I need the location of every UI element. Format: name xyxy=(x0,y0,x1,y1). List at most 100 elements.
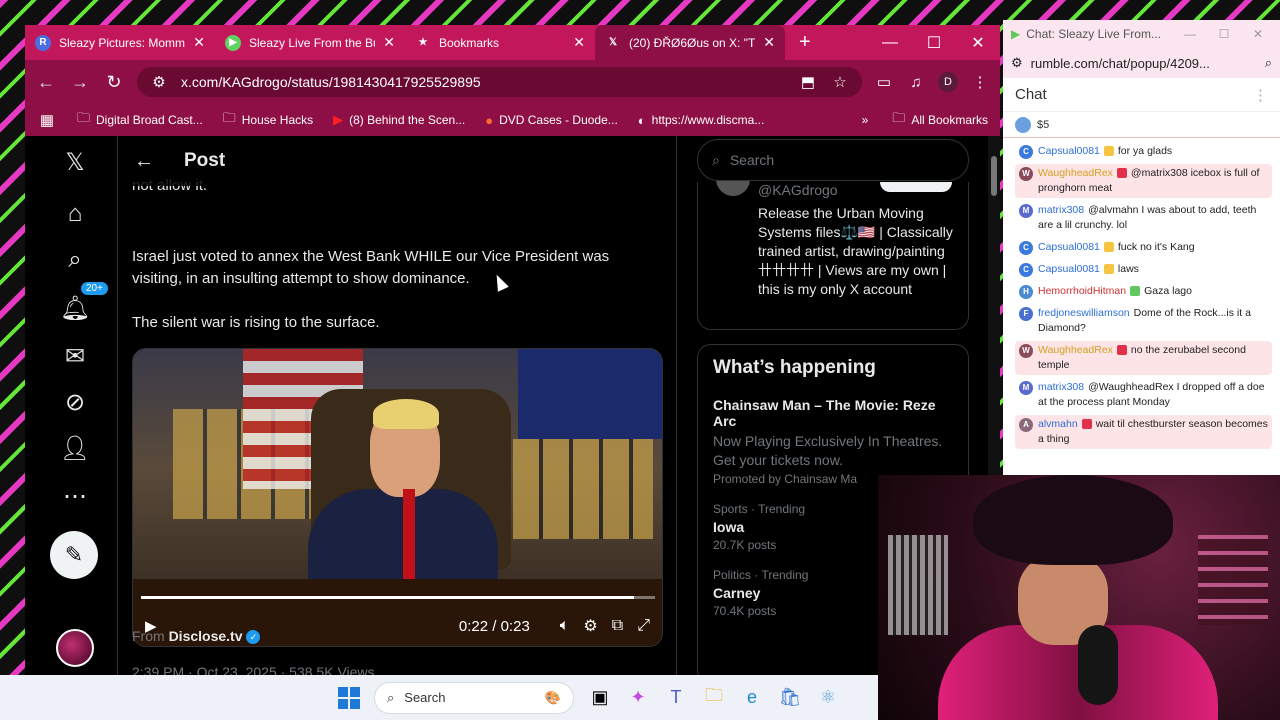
file-explorer-icon[interactable]: 🗀 xyxy=(702,685,726,710)
back-arrow-icon[interactable]: ← xyxy=(134,150,154,173)
follow-button[interactable] xyxy=(880,182,952,192)
volume-icon[interactable]: 🔈︎ xyxy=(560,617,570,635)
windows-start-icon[interactable] xyxy=(338,686,360,709)
bookmark-item[interactable]: ▶ (8) Behind the Scen... xyxy=(333,112,465,128)
rant-bar[interactable]: $5 xyxy=(1003,112,1280,138)
omnibox[interactable]: ⚙ x.com/KAGdrogo/status/1981430417925529… xyxy=(137,67,862,97)
media-control-icon[interactable]: ♫ xyxy=(906,74,926,91)
chat-user-avatar[interactable]: C xyxy=(1019,145,1033,159)
chat-user-avatar[interactable]: W xyxy=(1019,344,1033,358)
task-view-icon[interactable]: ▣ xyxy=(588,686,612,710)
chat-username[interactable]: matrix308 xyxy=(1038,381,1084,393)
bookmark-item[interactable]: 🗀 Digital Broad Cast... xyxy=(77,109,203,131)
chat-username[interactable]: WaughheadRex xyxy=(1038,167,1113,179)
forward-icon[interactable]: → xyxy=(69,72,91,93)
bookmark-star-icon[interactable]: ☆ xyxy=(830,73,850,91)
grok-icon[interactable]: ⊘ xyxy=(47,382,103,422)
chat-user-avatar[interactable]: A xyxy=(1019,418,1033,432)
maximize-icon[interactable]: ☐ xyxy=(1210,27,1238,41)
x-logo-icon[interactable]: 𝕏 xyxy=(47,142,103,182)
video-progress-bar[interactable] xyxy=(141,596,655,599)
chat-message[interactable]: W WaughheadRex @matrix308 icebox is full o… xyxy=(1015,164,1272,198)
profile-avatar[interactable]: D xyxy=(938,72,958,92)
chat-user-avatar[interactable]: H xyxy=(1019,285,1033,299)
chat-user-avatar[interactable]: W xyxy=(1019,167,1033,181)
chat-username[interactable]: matrix308 xyxy=(1038,204,1084,216)
chat-message[interactable]: H HemorrhoidHitman Gaza lago xyxy=(1015,282,1272,301)
minimize-icon[interactable]: — xyxy=(868,34,912,52)
chat-user-avatar[interactable]: F xyxy=(1019,307,1033,321)
apps-grid-icon[interactable]: ▦ xyxy=(37,111,57,129)
tab-close-icon[interactable]: ✕ xyxy=(573,34,585,51)
chat-username[interactable]: Capsual0081 xyxy=(1038,263,1100,275)
profile-handle[interactable]: @KAGdrogo xyxy=(758,182,838,198)
scrollbar-thumb[interactable] xyxy=(991,156,997,196)
tab-close-icon[interactable]: ✕ xyxy=(763,34,775,51)
chat-message[interactable]: Aalvmahn wait til chestburster season bec… xyxy=(1015,415,1272,449)
reload-icon[interactable]: ↻ xyxy=(103,72,125,93)
store-icon[interactable]: 🛍︎ xyxy=(778,686,802,710)
chat-username[interactable]: fredjoneswilliamson xyxy=(1038,307,1130,319)
bookmark-item[interactable]: ◐ https://www.discma... xyxy=(638,113,765,128)
promoted-trend[interactable]: Chainsaw Man – The Movie: Reze Arc Now P… xyxy=(713,397,953,486)
chat-options-icon[interactable]: ⋮ xyxy=(1253,86,1268,104)
tab-sleazy-live[interactable]: ▶ Sleazy Live From the Bur ✕ xyxy=(215,25,405,60)
taskbar-search[interactable]: ⌕ Search 🎨 xyxy=(374,681,574,714)
settings-gear-icon[interactable]: ⚙ xyxy=(583,616,597,636)
more-icon[interactable]: ⋯ xyxy=(47,476,103,516)
close-window-icon[interactable]: ✕ xyxy=(1244,27,1272,41)
tab-close-icon[interactable]: ✕ xyxy=(193,34,205,51)
maximize-icon[interactable]: ☐ xyxy=(912,33,956,53)
edge-icon[interactable]: e xyxy=(740,686,764,710)
more-bookmarks-icon[interactable]: » xyxy=(862,113,869,127)
chat-user-avatar[interactable]: C xyxy=(1019,263,1033,277)
minimize-icon[interactable]: — xyxy=(1176,27,1204,41)
account-avatar[interactable] xyxy=(56,629,94,667)
tab-sleazy-pictures[interactable]: R Sleazy Pictures: Momma ✕ xyxy=(25,25,215,60)
bookmark-item[interactable]: 🗀 House Hacks xyxy=(223,109,313,131)
chat-message[interactable]: W WaughheadRex no the zerubabel second tem… xyxy=(1015,341,1272,375)
chat-username[interactable]: Capsual0081 xyxy=(1038,145,1100,157)
teams-icon[interactable]: T xyxy=(664,686,688,710)
bookmark-item[interactable]: ● DVD Cases - Duode... xyxy=(485,113,618,128)
close-window-icon[interactable]: ✕ xyxy=(956,33,1000,53)
home-icon[interactable]: ⌂ xyxy=(47,194,103,234)
search-icon[interactable]: ⌕ xyxy=(47,240,103,280)
app-icon[interactable]: ⚛ xyxy=(816,686,840,710)
tab-close-icon[interactable]: ✕ xyxy=(383,34,395,51)
site-info-icon[interactable]: ⚙ xyxy=(1011,55,1023,71)
notifications-icon[interactable]: 🔔︎ 20+ xyxy=(47,282,108,328)
site-info-icon[interactable]: ⚙ xyxy=(149,73,169,91)
chat-message[interactable]: Ffredjoneswilliamson Dome of the Rock...i… xyxy=(1015,304,1272,338)
chat-message[interactable]: Mmatrix308 @WaughheadRex I dropped off a … xyxy=(1015,378,1272,412)
new-tab-button[interactable]: + xyxy=(785,31,825,54)
video-player[interactable]: ▶ 0:22 / 0:23 🔈︎ ⚙ ⧉ ⤢ xyxy=(132,348,663,647)
menu-kebab-icon[interactable]: ⋮ xyxy=(970,73,990,91)
chat-username[interactable]: Capsual0081 xyxy=(1038,241,1100,253)
from-source-link[interactable]: Disclose.tv xyxy=(169,628,243,644)
profile-icon[interactable]: 👤︎ xyxy=(47,428,103,468)
messages-icon[interactable]: ✉ xyxy=(47,336,103,376)
search-input[interactable]: ⌕ Search xyxy=(697,139,969,181)
chat-message[interactable]: Mmatrix308 @alvmahn I was about to add, t… xyxy=(1015,201,1272,235)
tab-x-post[interactable]: 𝕏 (20) ÐŘØ6Øus on X: "TR ✕ xyxy=(595,25,785,60)
all-bookmarks[interactable]: 🗀 All Bookmarks xyxy=(892,109,988,131)
chat-message[interactable]: C Capsual0081 fuck no it's Kang xyxy=(1015,238,1272,257)
install-app-icon[interactable]: ⬒ xyxy=(798,73,818,91)
chat-username[interactable]: HemorrhoidHitman xyxy=(1038,285,1126,297)
chat-message[interactable]: C Capsual0081 for ya glads xyxy=(1015,142,1272,161)
chat-user-avatar[interactable]: M xyxy=(1019,381,1033,395)
zoom-search-icon[interactable]: ⌕ xyxy=(1265,55,1272,71)
tab-bookmarks[interactable]: ★ Bookmarks ✕ xyxy=(405,25,595,60)
popout-icon[interactable]: ⧉ xyxy=(612,617,623,635)
sidebar-icon[interactable]: ▭ xyxy=(874,73,894,91)
back-icon[interactable]: ← xyxy=(35,72,57,93)
url-text[interactable]: x.com/KAGdrogo/status/198143041792552989… xyxy=(181,74,786,90)
chat-user-avatar[interactable]: C xyxy=(1019,241,1033,255)
chat-message[interactable]: C Capsual0081 laws xyxy=(1015,260,1272,279)
copilot-icon[interactable]: ✦ xyxy=(626,686,650,710)
chat-username[interactable]: alvmahn xyxy=(1038,418,1078,430)
chat-username[interactable]: WaughheadRex xyxy=(1038,344,1113,356)
compose-post-button[interactable]: ✎ xyxy=(50,531,98,579)
chat-user-avatar[interactable]: M xyxy=(1019,204,1033,218)
